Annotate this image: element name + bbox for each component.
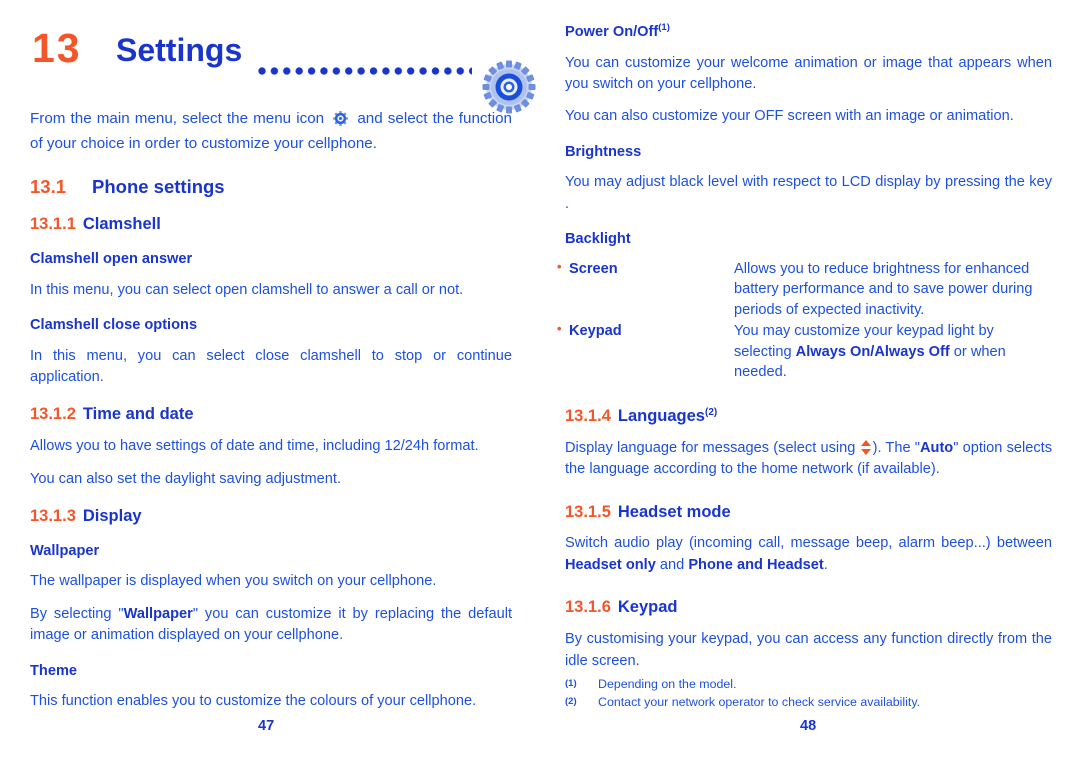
subsection-number: 13.1.4 [565,407,611,425]
subsection-title: Time and date [82,405,194,424]
keypad-desc-bold: Always On/Always Off [795,343,950,360]
backlight-term-label: Keypad [569,322,622,339]
intro-text-before: From the main menu, select the menu icon [30,110,325,127]
heading-backlight: Backlight [565,231,631,248]
page-number-right: 48 [800,718,817,734]
backlight-term-keypad: • Keypad [557,321,734,342]
subsection-heading-languages: 13.1.4 Languages(2) [565,407,1052,427]
subsection-title: Display [82,507,142,526]
heading-clamshell-open-answer: Clamshell open answer [30,251,193,268]
chapter-number: 13 [32,25,82,71]
backlight-term-screen: • Screen [557,259,734,280]
text-time-and-date-2: You can also set the daylight saving adj… [30,470,341,487]
headset-bold-1: Headset only [565,556,656,573]
footnote-mark: (1) [565,678,577,689]
intro-paragraph: From the main menu, select the menu icon [30,108,512,154]
languages-bold-auto: Auto [919,439,954,456]
footnote-row: (1) Depending on the model. [565,676,1052,694]
chapter-header: 13 Settings [30,22,536,114]
heading-clamshell-close-options: Clamshell close options [30,317,198,334]
headset-part2: and [655,556,689,573]
footnote-marker-1: (1) [658,22,670,33]
footnote-text: Depending on the model. [598,677,737,691]
wallpaper-bold-term: Wallpaper [123,605,193,622]
heading-theme: Theme [30,662,78,679]
backlight-desc-screen: Allows you to reduce brightness for enha… [734,260,1033,319]
backlight-desc-keypad: You may customize your keypad light by s… [734,321,1052,383]
backlight-term-label: Screen [569,260,618,277]
up-down-arrow-icon [860,439,872,455]
right-page-column: Power On/Off(1) You can customize your w… [557,0,1052,767]
subsection-number: 13.1.2 [30,405,76,424]
text-brightness: You may adjust black level with respect … [565,174,1052,212]
list-item: • Screen Allows you to reduce brightness … [557,259,1052,321]
chapter-title: Settings [116,32,243,68]
bullet-icon: • [557,258,562,274]
subsection-number: 13.1.6 [565,598,611,617]
footnotes: (1) Depending on the model. (2) Contact … [565,676,1052,712]
menu-gear-icon [333,111,349,133]
subsection-title: Languages [617,407,705,425]
section-heading-phone-settings: 13.1 Phone settings [30,176,512,198]
subsection-heading-display: 13.1.3 Display [30,507,512,527]
text-languages: Display language for messages (select us… [565,438,1052,481]
text-theme: This function enables you to customize t… [30,693,477,710]
languages-part2: ). The " [872,439,920,456]
section-title: Phone settings [92,176,225,198]
subsection-title: Clamshell [82,215,161,234]
subsection-heading-headset-mode: 13.1.5 Headset mode [565,503,1052,523]
languages-part1: Display language for messages (select us… [565,439,860,456]
text-time-and-date-1: Allows you to have settings of date and … [30,438,479,455]
text-keypad: By customising your keypad, you can acce… [565,631,1052,669]
document-page: 13 Settings From the main menu, select t… [0,0,1080,767]
headset-part1: Switch audio play (incoming call, messag… [565,535,1052,552]
text-wallpaper-2: By selecting "Wallpaper" you can customi… [30,604,512,647]
text-clamshell-close-options: In this menu, you can select close clams… [30,347,512,386]
power-on-off-label: Power On/Off [565,24,659,40]
text-clamshell-open-answer: In this menu, you can select open clamsh… [30,281,464,298]
leader-dots [258,66,472,78]
gear-icon [482,60,536,119]
subsection-heading-keypad: 13.1.6 Keypad [565,598,1052,618]
subsection-number: 13.1.3 [30,507,76,526]
subsection-title: Keypad [617,598,678,617]
subsection-number: 13.1.5 [565,502,611,521]
text-power-on-off-1: You can customize your welcome animation… [565,54,1052,92]
footnote-mark: (2) [565,695,577,707]
heading-wallpaper: Wallpaper [30,542,100,559]
footnote-text: Contact your network operator to check s… [598,694,921,709]
headset-part3: . [823,556,828,573]
heading-power-on-off: Power On/Off(1) [565,22,1052,42]
backlight-definition-list: • Screen Allows you to reduce brightness … [557,259,1052,383]
footnote-row: (2) Contact your network operator to che… [565,694,1052,712]
section-number: 13.1 [30,176,67,198]
text-headset-mode: Switch audio play (incoming call, messag… [565,533,1052,576]
footnote-marker-2: (2) [704,407,718,418]
subsection-heading-time-and-date: 13.1.2 Time and date [30,405,512,425]
list-item: • Keypad You may customize your keypad li… [557,321,1052,383]
page-number-left: 47 [258,718,275,734]
subsection-title: Headset mode [617,502,731,521]
text-power-on-off-2: You can also customize your OFF screen w… [565,108,1014,125]
bullet-icon: • [557,320,562,336]
heading-brightness: Brightness [565,143,642,160]
subsection-number: 13.1.1 [30,215,76,234]
subsection-heading-clamshell: 13.1.1 Clamshell [30,215,512,235]
wallpaper-text-part1: By selecting " [30,605,124,622]
headset-bold-2: Phone and Headset [688,556,824,573]
left-page-column: 13 Settings From the main menu, select t… [30,0,536,767]
text-wallpaper-1: The wallpaper is displayed when you swit… [30,573,437,590]
